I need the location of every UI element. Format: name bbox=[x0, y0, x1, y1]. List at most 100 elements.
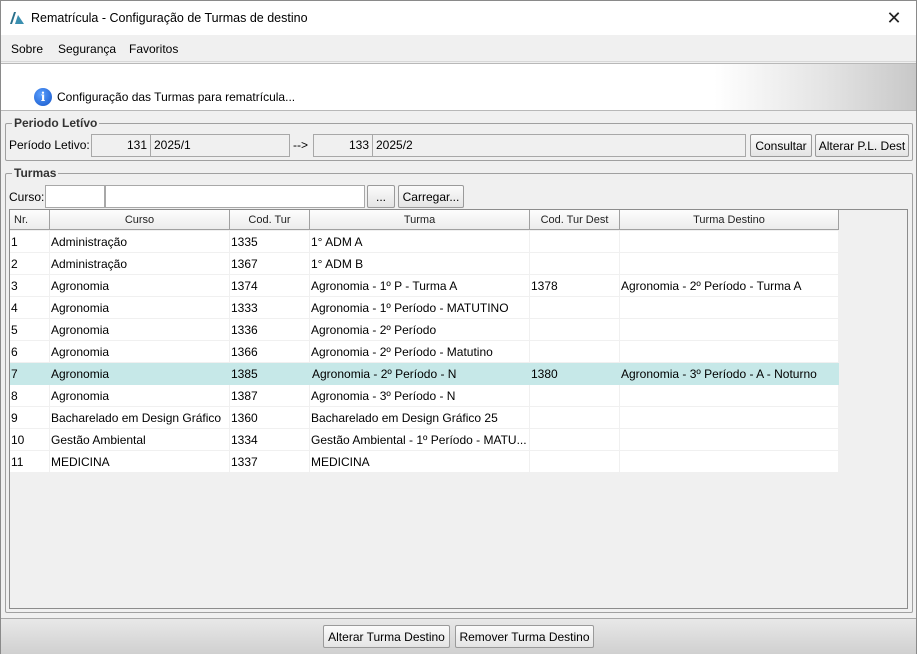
curso-code-input[interactable] bbox=[45, 185, 105, 208]
cell-turma-destino[interactable]: Agronomia - 2º Período - Turma A bbox=[620, 275, 839, 297]
col-header-nr[interactable]: Nr. bbox=[10, 210, 50, 230]
cell-turma[interactable]: Agronomia - 2º Período bbox=[310, 319, 530, 341]
cell-turma[interactable]: 1° ADM A bbox=[310, 231, 530, 253]
cell-cod-tur-dest[interactable] bbox=[530, 341, 620, 363]
cell-curso[interactable]: Agronomia bbox=[50, 275, 230, 297]
cell-turma-destino[interactable] bbox=[620, 451, 839, 473]
cell-cod-tur-dest[interactable] bbox=[530, 297, 620, 319]
periodo-origem-name[interactable]: 2025/1 bbox=[150, 134, 290, 157]
table-row[interactable]: 10 Gestão Ambiental 1334 Gestão Ambiental -… bbox=[10, 429, 839, 451]
table-row[interactable]: 6 Agronomia 1366 Agronomia - 2º Período - M… bbox=[10, 341, 839, 363]
alterar-pl-dest-button[interactable]: Alterar P.L. Dest bbox=[815, 134, 909, 157]
col-header-turma[interactable]: Turma bbox=[310, 210, 530, 230]
close-button[interactable]: ✕ bbox=[872, 1, 916, 35]
table-row[interactable]: 8 Agronomia 1387 Agronomia - 3º Período - N bbox=[10, 385, 839, 407]
cell-cod-tur[interactable]: 1335 bbox=[230, 231, 310, 253]
cell-cod-tur[interactable]: 1367 bbox=[230, 253, 310, 275]
cell-nr[interactable]: 8 bbox=[10, 385, 50, 407]
table-row[interactable]: 5 Agronomia 1336 Agronomia - 2º Período bbox=[10, 319, 839, 341]
cell-cod-tur-dest[interactable]: 1380 bbox=[530, 363, 620, 385]
col-header-curso[interactable]: Curso bbox=[50, 210, 230, 230]
cell-turma-destino[interactable] bbox=[620, 429, 839, 451]
cell-turma-destino[interactable] bbox=[620, 319, 839, 341]
cell-nr[interactable]: 4 bbox=[10, 297, 50, 319]
cell-turma[interactable]: Agronomia - 2º Período - N bbox=[310, 363, 530, 385]
cell-turma[interactable]: Agronomia - 3º Período - N bbox=[310, 385, 530, 407]
cell-curso[interactable]: Agronomia bbox=[50, 363, 230, 385]
cell-curso[interactable]: Agronomia bbox=[50, 341, 230, 363]
cell-curso[interactable]: Administração bbox=[50, 253, 230, 275]
cell-turma[interactable]: Gestão Ambiental - 1º Período - MATU... bbox=[310, 429, 530, 451]
cell-cod-tur-dest[interactable]: 1378 bbox=[530, 275, 620, 297]
table-row[interactable]: 2 Administração 1367 1° ADM B bbox=[10, 253, 839, 275]
cell-curso[interactable]: Agronomia bbox=[50, 385, 230, 407]
periodo-destino-code[interactable]: 133 bbox=[313, 134, 373, 157]
consultar-button[interactable]: Consultar bbox=[750, 134, 812, 157]
cell-curso[interactable]: Administração bbox=[50, 231, 230, 253]
cell-nr[interactable]: 3 bbox=[10, 275, 50, 297]
menu-sobre[interactable]: Sobre bbox=[11, 42, 43, 56]
browse-curso-button[interactable]: ... bbox=[367, 185, 395, 208]
cell-curso[interactable]: Agronomia bbox=[50, 319, 230, 341]
cell-cod-tur-dest[interactable] bbox=[530, 385, 620, 407]
cell-turma-destino[interactable] bbox=[620, 341, 839, 363]
cell-cod-tur[interactable]: 1337 bbox=[230, 451, 310, 473]
cell-cod-tur-dest[interactable] bbox=[530, 451, 620, 473]
cell-cod-tur[interactable]: 1374 bbox=[230, 275, 310, 297]
cell-nr[interactable]: 6 bbox=[10, 341, 50, 363]
col-header-turma-destino[interactable]: Turma Destino bbox=[620, 210, 839, 230]
cell-turma[interactable]: MEDICINA bbox=[310, 451, 530, 473]
cell-nr[interactable]: 1 bbox=[10, 231, 50, 253]
cell-nr[interactable]: 7 bbox=[10, 363, 50, 385]
cell-nr[interactable]: 10 bbox=[10, 429, 50, 451]
col-header-cod-tur[interactable]: Cod. Tur bbox=[230, 210, 310, 230]
table-row[interactable]: 4 Agronomia 1333 Agronomia - 1º Período - M… bbox=[10, 297, 839, 319]
cell-turma-destino[interactable] bbox=[620, 231, 839, 253]
cell-cod-tur[interactable]: 1385 bbox=[230, 363, 310, 385]
cell-cod-tur[interactable]: 1333 bbox=[230, 297, 310, 319]
table-row[interactable]: 7 Agronomia 1385 Agronomia - 2º Período - N… bbox=[10, 363, 839, 385]
cell-curso[interactable]: Gestão Ambiental bbox=[50, 429, 230, 451]
turmas-grid[interactable]: Nr. Curso Cod. Tur Turma Cod. Tur Dest T… bbox=[9, 209, 908, 609]
cell-curso[interactable]: MEDICINA bbox=[50, 451, 230, 473]
cell-turma-destino[interactable] bbox=[620, 407, 839, 429]
cell-turma-destino[interactable] bbox=[620, 253, 839, 275]
cell-cod-tur[interactable]: 1387 bbox=[230, 385, 310, 407]
cell-turma[interactable]: 1° ADM B bbox=[310, 253, 530, 275]
alterar-turma-destino-button[interactable]: Alterar Turma Destino bbox=[323, 625, 450, 648]
cell-cod-tur[interactable]: 1360 bbox=[230, 407, 310, 429]
table-row[interactable]: 3 Agronomia 1374 Agronomia - 1º P - Turma A… bbox=[10, 275, 839, 297]
cell-nr[interactable]: 11 bbox=[10, 451, 50, 473]
cell-turma[interactable]: Agronomia - 1º Período - MATUTINO bbox=[310, 297, 530, 319]
table-row[interactable]: 9 Bacharelado em Design Gráfico 1360 Bachar… bbox=[10, 407, 839, 429]
cell-turma[interactable]: Bacharelado em Design Gráfico 25 bbox=[310, 407, 530, 429]
cell-turma-destino[interactable]: Agronomia - 3º Período - A - Noturno bbox=[620, 363, 839, 385]
curso-name-input[interactable] bbox=[105, 185, 365, 208]
cell-cod-tur[interactable]: 1366 bbox=[230, 341, 310, 363]
periodo-origem-code[interactable]: 131 bbox=[91, 134, 151, 157]
cell-turma-destino[interactable] bbox=[620, 297, 839, 319]
cell-nr[interactable]: 2 bbox=[10, 253, 50, 275]
cell-cod-tur[interactable]: 1336 bbox=[230, 319, 310, 341]
cell-cod-tur-dest[interactable] bbox=[530, 429, 620, 451]
cell-cod-tur[interactable]: 1334 bbox=[230, 429, 310, 451]
table-row[interactable]: 11 MEDICINA 1337 MEDICINA bbox=[10, 451, 839, 473]
cell-nr[interactable]: 9 bbox=[10, 407, 50, 429]
cell-cod-tur-dest[interactable] bbox=[530, 319, 620, 341]
col-header-cod-tur-dest[interactable]: Cod. Tur Dest bbox=[530, 210, 620, 230]
cell-curso[interactable]: Bacharelado em Design Gráfico bbox=[50, 407, 230, 429]
menu-seguranca[interactable]: Segurança bbox=[58, 42, 116, 56]
carregar-button[interactable]: Carregar... bbox=[398, 185, 464, 208]
cell-curso[interactable]: Agronomia bbox=[50, 297, 230, 319]
periodo-destino-name[interactable]: 2025/2 bbox=[372, 134, 746, 157]
cell-turma[interactable]: Agronomia - 1º P - Turma A bbox=[310, 275, 530, 297]
cell-nr[interactable]: 5 bbox=[10, 319, 50, 341]
menu-favoritos[interactable]: Favoritos bbox=[129, 42, 178, 56]
cell-cod-tur-dest[interactable] bbox=[530, 231, 620, 253]
table-row[interactable]: 1 Administração 1335 1° ADM A bbox=[10, 231, 839, 253]
cell-cod-tur-dest[interactable] bbox=[530, 253, 620, 275]
cell-cod-tur-dest[interactable] bbox=[530, 407, 620, 429]
cell-turma[interactable]: Agronomia - 2º Período - Matutino bbox=[310, 341, 530, 363]
cell-turma-destino[interactable] bbox=[620, 385, 839, 407]
remover-turma-destino-button[interactable]: Remover Turma Destino bbox=[455, 625, 594, 648]
